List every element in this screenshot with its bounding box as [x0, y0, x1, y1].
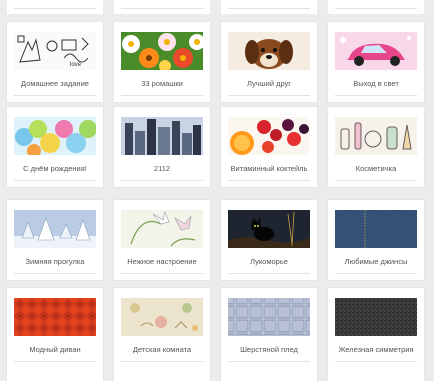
theme-card[interactable]: С днём рождения! [7, 107, 103, 187]
card-divider [335, 361, 417, 362]
card-divider [335, 8, 417, 9]
theme-card[interactable]: Лукоморье [221, 200, 317, 280]
theme-card[interactable]: Лучший друг [221, 22, 317, 102]
card-divider [228, 95, 310, 96]
theme-card[interactable]: Нежное настроение [114, 200, 210, 280]
theme-label: Железная симметрия [338, 345, 414, 354]
theme-card[interactable]: Витаминный коктейль [221, 107, 317, 187]
svg-text:love: love [70, 62, 82, 68]
theme-label: Детская комната [132, 345, 192, 354]
theme-card[interactable]: Модный диван [7, 288, 103, 381]
theme-label: Зимняя прогулка [25, 257, 85, 266]
theme-card[interactable]: Выход в свет [328, 22, 424, 102]
kids-room-thumbnail [121, 298, 203, 336]
card-divider [121, 273, 203, 274]
card-divider [121, 180, 203, 181]
daisies-thumbnail [121, 32, 203, 70]
theme-card[interactable]: 33 ромашки [114, 22, 210, 102]
theme-card[interactable]: Зимняя прогулка [7, 200, 103, 280]
theme-card-partial[interactable] [221, 0, 317, 14]
theme-label: Выход в свет [353, 79, 399, 88]
card-divider [228, 273, 310, 274]
balloons-thumbnail [14, 117, 96, 155]
card-divider [121, 361, 203, 362]
card-divider [14, 273, 96, 274]
theme-label: Лукоморье [250, 257, 288, 266]
card-divider [121, 8, 203, 9]
lilies-thumbnail [121, 210, 203, 248]
theme-card[interactable]: Шерстяной плед [221, 288, 317, 381]
theme-card-partial[interactable] [328, 0, 424, 14]
theme-label: Лучший друг [246, 79, 292, 88]
theme-label: Домашнее задание [21, 79, 89, 88]
card-divider [228, 180, 310, 181]
city-skyline-thumbnail [121, 117, 203, 155]
metal-mesh-thumbnail [335, 298, 417, 336]
theme-card[interactable]: Косметичка [328, 107, 424, 187]
theme-label: 33 ромашки [141, 79, 183, 88]
theme-card[interactable]: Детская комната [114, 288, 210, 381]
pink-car-thumbnail [335, 32, 417, 70]
card-divider [14, 95, 96, 96]
card-divider [335, 273, 417, 274]
theme-label: Шерстяной плед [240, 345, 298, 354]
theme-label: Витаминный коктейль [230, 164, 308, 173]
card-divider [14, 180, 96, 181]
plaid-thumbnail [228, 298, 310, 336]
theme-label: Любимые джинсы [344, 257, 408, 266]
theme-card-partial[interactable] [114, 0, 210, 14]
card-divider [228, 8, 310, 9]
theme-card[interactable]: love Домашнее задание [7, 22, 103, 102]
cosmetics-thumbnail [335, 117, 417, 155]
card-divider [228, 361, 310, 362]
doodle-homework-thumbnail: love [14, 32, 96, 70]
card-divider [335, 180, 417, 181]
denim-thumbnail [335, 210, 417, 248]
black-cat-thumbnail [228, 210, 310, 248]
theme-card-partial[interactable] [7, 0, 103, 14]
theme-card[interactable]: Любимые джинсы [328, 200, 424, 280]
theme-card[interactable]: Железная симметрия [328, 288, 424, 381]
theme-grid: love Домашнее задание 33 ромашки Лучший … [0, 0, 434, 381]
theme-label: Нежное настроение [127, 257, 197, 266]
winter-forest-thumbnail [14, 210, 96, 248]
fruits-thumbnail [228, 117, 310, 155]
dog-thumbnail [228, 32, 310, 70]
theme-label: 2112 [153, 164, 171, 173]
theme-label: С днём рождения! [23, 164, 87, 173]
card-divider [121, 95, 203, 96]
card-divider [335, 95, 417, 96]
red-sofa-thumbnail [14, 298, 96, 336]
theme-label: Косметичка [355, 164, 397, 173]
card-divider [14, 361, 96, 362]
theme-card[interactable]: 2112 [114, 107, 210, 187]
theme-label: Модный диван [29, 345, 81, 354]
card-divider [14, 8, 96, 9]
